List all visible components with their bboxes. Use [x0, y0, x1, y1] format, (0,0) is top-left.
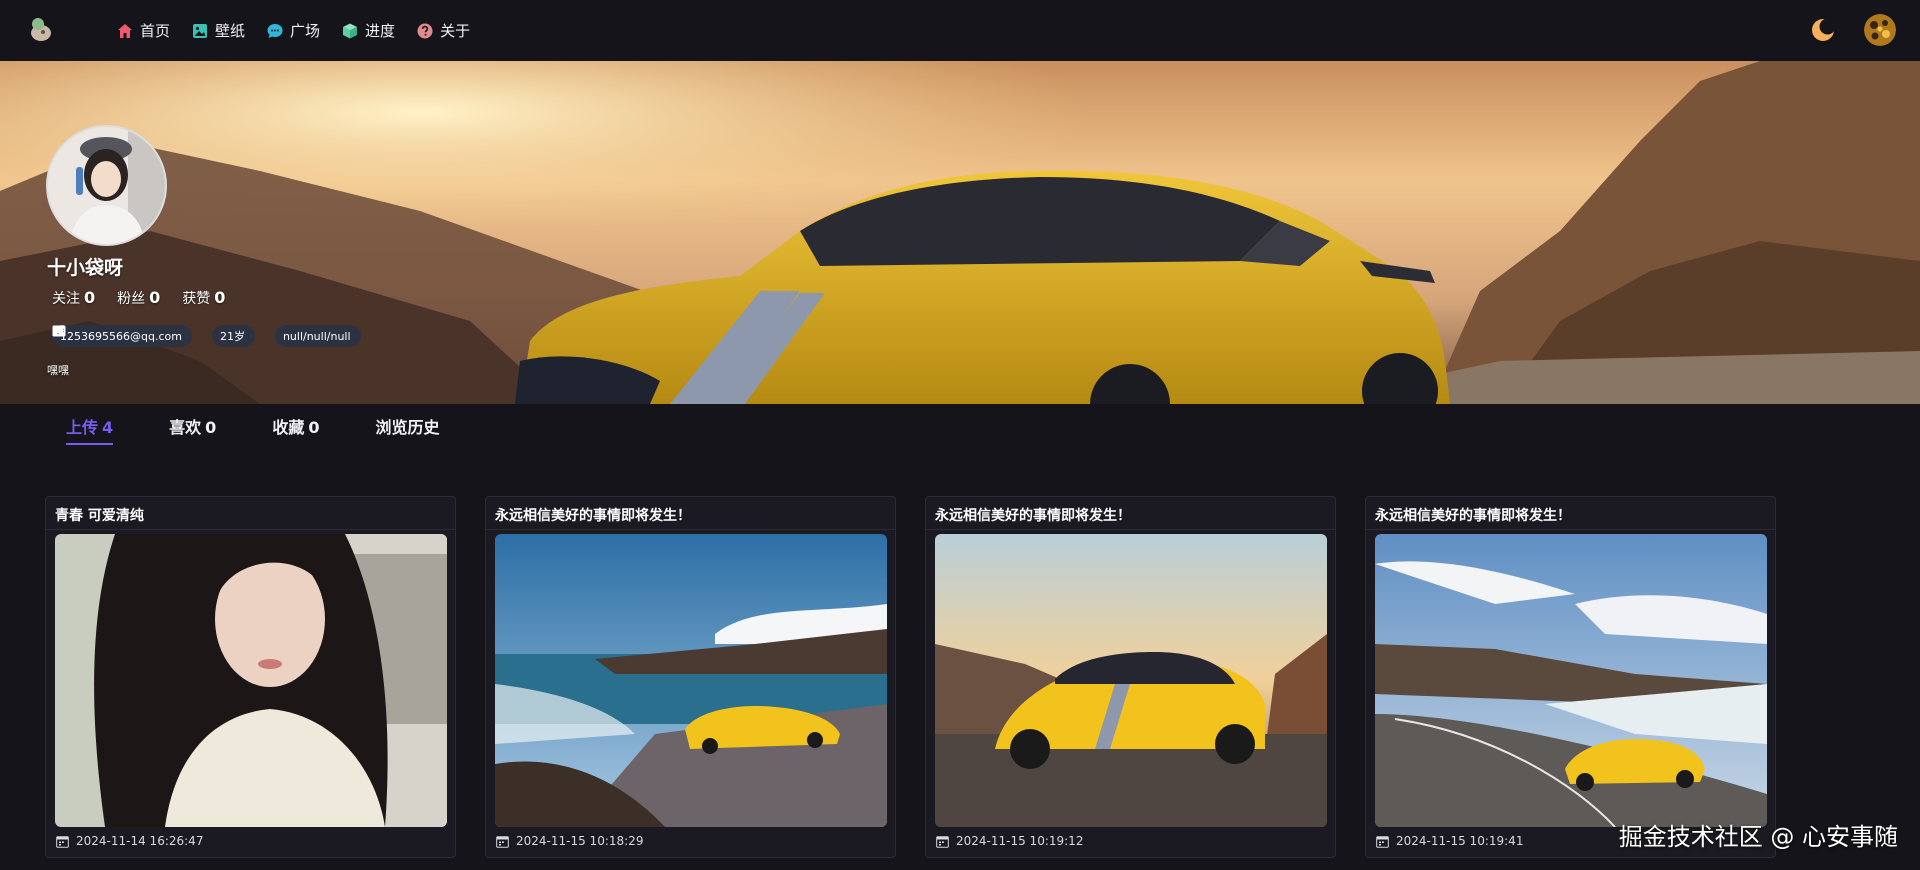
calendar-icon — [936, 835, 949, 848]
nav-square[interactable]: 广场 — [266, 0, 341, 61]
nav-home[interactable]: 首页 — [116, 0, 191, 61]
nav-progress[interactable]: 进度 — [341, 0, 416, 61]
card-date: 2024-11-15 10:19:41 — [1376, 834, 1523, 848]
image-icon — [193, 23, 208, 38]
card-date: 2024-11-15 10:19:12 — [936, 834, 1083, 848]
stat-following[interactable]: 关注 0 — [52, 288, 95, 308]
card-divider — [46, 529, 455, 530]
profile-bio: 嘿嘿 — [47, 364, 69, 377]
home-icon — [118, 23, 132, 38]
profile-tabs: 上传 4 喜欢 0 收藏 0 浏览历史 — [66, 414, 439, 445]
calendar-icon — [1376, 835, 1389, 848]
location-chip: null/null/null — [53, 325, 361, 347]
tab-favorites[interactable]: 收藏 0 — [272, 414, 319, 445]
card-divider — [486, 529, 895, 530]
location-text: null/null/null — [282, 329, 351, 343]
email-text: 1253695566@qq.com — [60, 329, 182, 343]
calendar-icon — [496, 835, 509, 848]
age-text: 21岁 — [219, 330, 245, 343]
watermark: 掘金技术社区 @ 心安事随 — [1618, 823, 1898, 851]
tab-history[interactable]: 浏览历史 — [375, 414, 439, 445]
card-title: 永远相信美好的事情即将发生！ — [1375, 508, 1571, 524]
chat-icon — [267, 23, 283, 38]
wallpaper-card[interactable]: 青春 可爱清纯 2024-11-14 16:26:47 — [45, 496, 456, 858]
card-date: 2024-11-14 16:26:47 — [56, 834, 203, 848]
cube-icon — [343, 23, 358, 38]
card-divider — [926, 529, 1335, 530]
site-logo[interactable] — [26, 13, 56, 43]
card-thumbnail[interactable] — [1375, 534, 1767, 827]
wallpaper-card[interactable]: 永远相信美好的事情即将发生！ 2024-11-15 10:19:12 — [925, 496, 1336, 858]
nav-home-label: 首页 — [140, 22, 171, 40]
tab-uploads[interactable]: 上传 4 — [66, 414, 114, 445]
profile-banner: 十小袋呀 关注 0 粉丝 0 获赞 0 1253695566@qq.com 21岁 n… — [0, 61, 1920, 404]
email-chip: 1253695566@qq.com — [52, 325, 192, 347]
home-location-icon — [53, 325, 65, 337]
stat-likes[interactable]: 获赞 0 — [182, 288, 225, 308]
question-icon — [417, 23, 433, 38]
nav-progress-label: 进度 — [365, 22, 396, 40]
profile-stats: 关注 0 粉丝 0 获赞 0 — [52, 288, 225, 308]
theme-toggle-moon-icon[interactable] — [1810, 17, 1836, 43]
nav-wallpaper-label: 壁纸 — [215, 22, 246, 40]
card-title: 永远相信美好的事情即将发生！ — [495, 508, 691, 524]
user-avatar[interactable] — [1864, 14, 1896, 46]
nav-about[interactable]: 关于 — [416, 0, 491, 61]
card-title: 永远相信美好的事情即将发生！ — [935, 508, 1131, 524]
card-title: 青春 可爱清纯 — [55, 508, 144, 524]
calendar-icon — [56, 835, 69, 848]
card-thumbnail[interactable] — [55, 534, 447, 827]
profile-avatar[interactable] — [46, 125, 167, 246]
wallpaper-card[interactable]: 永远相信美好的事情即将发生！ 2024-11-15 10:19:41 — [1365, 496, 1776, 858]
profile-info-chips: 1253695566@qq.com 21岁 null/null/null — [52, 325, 361, 347]
wallpaper-card[interactable]: 永远相信美好的事情即将发生！ 2024-11-15 10:18:29 — [485, 496, 896, 858]
profile-username: 十小袋呀 — [47, 257, 124, 279]
banner-car-image — [0, 61, 1920, 404]
card-divider — [1366, 529, 1775, 530]
nav-square-label: 广场 — [290, 22, 321, 40]
card-thumbnail[interactable] — [495, 534, 887, 827]
nav-about-label: 关于 — [440, 22, 471, 40]
stat-followers[interactable]: 粉丝 0 — [117, 288, 160, 308]
card-thumbnail[interactable] — [935, 534, 1327, 827]
tab-likes[interactable]: 喜欢 0 — [169, 414, 216, 445]
age-chip: 21岁 — [52, 325, 255, 347]
card-date: 2024-11-15 10:18:29 — [496, 834, 643, 848]
top-navbar: 首页 壁纸 广场 进度 关于 — [0, 0, 1920, 61]
nav-wallpaper[interactable]: 壁纸 — [191, 0, 266, 61]
